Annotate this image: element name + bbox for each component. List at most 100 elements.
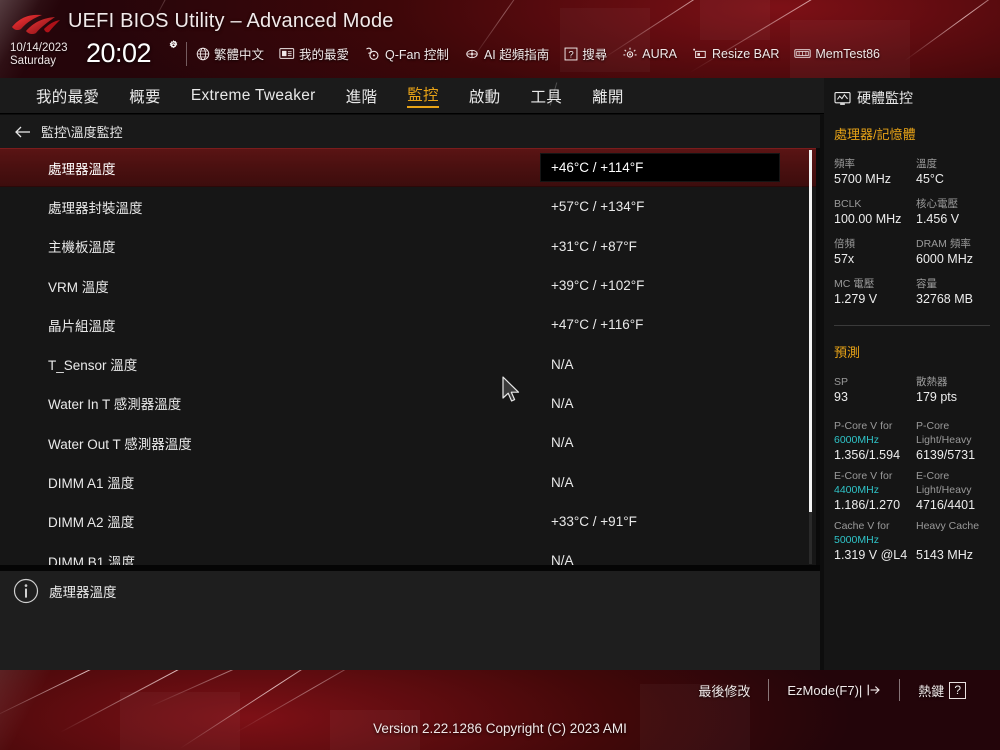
toolbar-item-favorites[interactable]: 我的最愛 (279, 44, 349, 63)
row-label: 處理器溫度 (48, 161, 116, 177)
table-row[interactable]: Water In T 感測器溫度 N/A (0, 384, 820, 423)
toolbar-label-search: 搜尋 (582, 48, 608, 62)
stat-pcore-light-heavy: P-Core Light/Heavy 6139/5731 (916, 419, 998, 463)
back-arrow-icon[interactable] (14, 125, 32, 139)
tab-monitor[interactable]: 監控 (407, 83, 439, 108)
table-row[interactable]: DIMM A2 溫度 +33°C / +91°F (0, 502, 820, 541)
stat-bclk: BCLK 100.00 MHz (834, 197, 916, 227)
date-text: 10/14/2023 (10, 42, 68, 54)
stat-key: Cache V for 5000MHz (834, 520, 890, 546)
prediction-detail-grid: P-Core V for 6000MHz 1.356/1.594 P-Core L… (834, 413, 1000, 563)
hotkey-label: 熱鍵 (918, 683, 945, 699)
toolbar-item-search[interactable]: ? 搜尋 (564, 44, 607, 63)
prediction-grid: SP 93 散熱器 179 pts (834, 365, 1000, 405)
row-label: DIMM A1 溫度 (48, 476, 135, 492)
table-row[interactable]: 處理器封裝溫度 +57°C / +134°F (0, 187, 820, 226)
hotkey-button[interactable]: 熱鍵 ? (900, 681, 984, 700)
row-value: +31°C / +87°F (551, 238, 637, 254)
row-value: +33°C / +91°F (551, 513, 637, 529)
stat-key: 頻率 (834, 158, 855, 170)
ai-chip-icon (466, 49, 478, 58)
table-row[interactable]: Water Out T 感測器溫度 N/A (0, 423, 820, 462)
stat-key: MC 電壓 (834, 278, 875, 290)
tab-tool[interactable]: 工具 (530, 85, 562, 107)
table-row[interactable]: DIMM B1 溫度 N/A (0, 541, 820, 565)
stat-capacity: 容量 32768 MB (916, 277, 998, 307)
stat-value: 1.319 V @L4 (834, 548, 908, 562)
toolbar-label-language: 繁體中文 (214, 48, 265, 62)
toolbar-label-qfan: Q-Fan 控制 (385, 48, 449, 62)
row-value: +39°C / +102°F (551, 278, 645, 294)
stat-ratio: 倍頻 57x (834, 237, 916, 267)
rog-logo (8, 11, 62, 37)
last-modified-button[interactable]: 最後修改 (680, 681, 768, 700)
toolbar-item-aura[interactable]: AURA (622, 46, 677, 61)
search-icon: ? (564, 47, 578, 60)
toolbar-item-ai-oc[interactable]: AI 超頻指南 (464, 44, 549, 63)
toolbar-item-language[interactable]: 繁體中文 (196, 44, 264, 63)
monitor-icon (834, 91, 851, 105)
stat-key: SP (834, 376, 849, 388)
stat-cache-voltage: Cache V for 5000MHz 1.319 V @L4 (834, 519, 916, 563)
stat-value: 32768 MB (916, 292, 973, 306)
panel-title: 硬體監控 (857, 90, 913, 106)
header-toolbar: 繁體中文 我的最愛 Q-Fan 控制 AI 超頻指南 ? 搜尋 AURA Res… (196, 44, 895, 63)
tab-advanced[interactable]: 進階 (346, 85, 378, 107)
globe-icon (196, 47, 210, 60)
table-row[interactable]: DIMM A1 溫度 N/A (0, 462, 820, 501)
tab-favorites[interactable]: 我的最愛 (36, 85, 99, 107)
toolbar-item-memtest86[interactable]: MemTest86 (794, 47, 880, 61)
stat-sp: SP 93 (834, 375, 916, 405)
row-value: N/A (551, 395, 574, 411)
aura-lamp-icon (623, 47, 637, 58)
hotkey-key: ? (949, 681, 966, 699)
table-row[interactable]: 處理器溫度 +46°C / +114°F (0, 148, 820, 188)
row-value: N/A (551, 474, 574, 490)
page-title: UEFI BIOS Utility – Advanced Mode (68, 10, 394, 32)
stat-key: E-Core V for 4400MHz (834, 470, 893, 496)
table-row[interactable]: T_Sensor 溫度 N/A (0, 344, 820, 383)
header-bar: UEFI BIOS Utility – Advanced Mode 10/14/… (0, 0, 1000, 78)
toolbar-label-ai-oc: AI 超頻指南 (483, 48, 550, 62)
stat-heavy-cache: Heavy Cache 5143 MHz (916, 519, 998, 563)
toolbar-item-qfan[interactable]: Q-Fan 控制 (364, 44, 449, 63)
stat-key: 溫度 (916, 158, 937, 170)
row-value: +46°C / +114°F (551, 160, 644, 176)
tab-exit[interactable]: 離開 (592, 85, 624, 107)
stat-cooler: 散熱器 179 pts (916, 375, 998, 405)
last-modified-label: 最後修改 (698, 683, 751, 699)
sidebar-divider (834, 325, 990, 326)
stat-value: 1.356/1.594 (834, 448, 901, 462)
stat-key: 容量 (916, 278, 937, 290)
toolbar-label-favorites: 我的最愛 (299, 48, 350, 62)
breadcrumb: 監控\溫度監控 (0, 115, 820, 148)
toolbar-label-aura: AURA (642, 46, 677, 61)
table-row[interactable]: 主機板溫度 +31°C / +87°F (0, 227, 820, 266)
table-row[interactable]: 晶片組溫度 +47°C / +116°F (0, 305, 820, 344)
stat-value: 6139/5731 (916, 448, 976, 462)
stat-value: 179 pts (916, 390, 958, 404)
stat-key: 散熱器 (916, 376, 948, 388)
stat-key: 核心電壓 (916, 198, 958, 210)
stat-value: 5143 MHz (916, 548, 973, 562)
tab-extreme-tweaker[interactable]: Extreme Tweaker (191, 87, 316, 105)
list-scrollbar-thumb[interactable] (809, 150, 812, 512)
section-heading-prediction: 預測 (834, 345, 861, 360)
panel-header: 硬體監控 (834, 88, 1000, 108)
stat-key: Heavy Cache (916, 520, 980, 532)
stat-key: DRAM 頻率 (916, 238, 971, 250)
toolbar-item-resize-bar[interactable]: Resize BAR (692, 47, 779, 61)
tab-main[interactable]: 概要 (129, 85, 161, 107)
stat-key: BCLK (834, 198, 862, 210)
row-label: VRM 溫度 (48, 279, 109, 295)
weekday-text: Saturday (10, 55, 57, 67)
help-panel (0, 571, 820, 670)
footer-actions: 最後修改 EzMode(F7)| 熱鍵 ? (680, 679, 984, 701)
stat-value: 1.279 V (834, 292, 878, 306)
tab-boot[interactable]: 啟動 (469, 85, 501, 107)
ezmode-button[interactable]: EzMode(F7)| (769, 683, 899, 698)
clock-display: 20:02 (86, 38, 152, 68)
row-label: DIMM A2 溫度 (48, 515, 135, 531)
table-row[interactable]: VRM 溫度 +39°C / +102°F (0, 266, 820, 305)
gear-icon[interactable] (167, 39, 180, 52)
